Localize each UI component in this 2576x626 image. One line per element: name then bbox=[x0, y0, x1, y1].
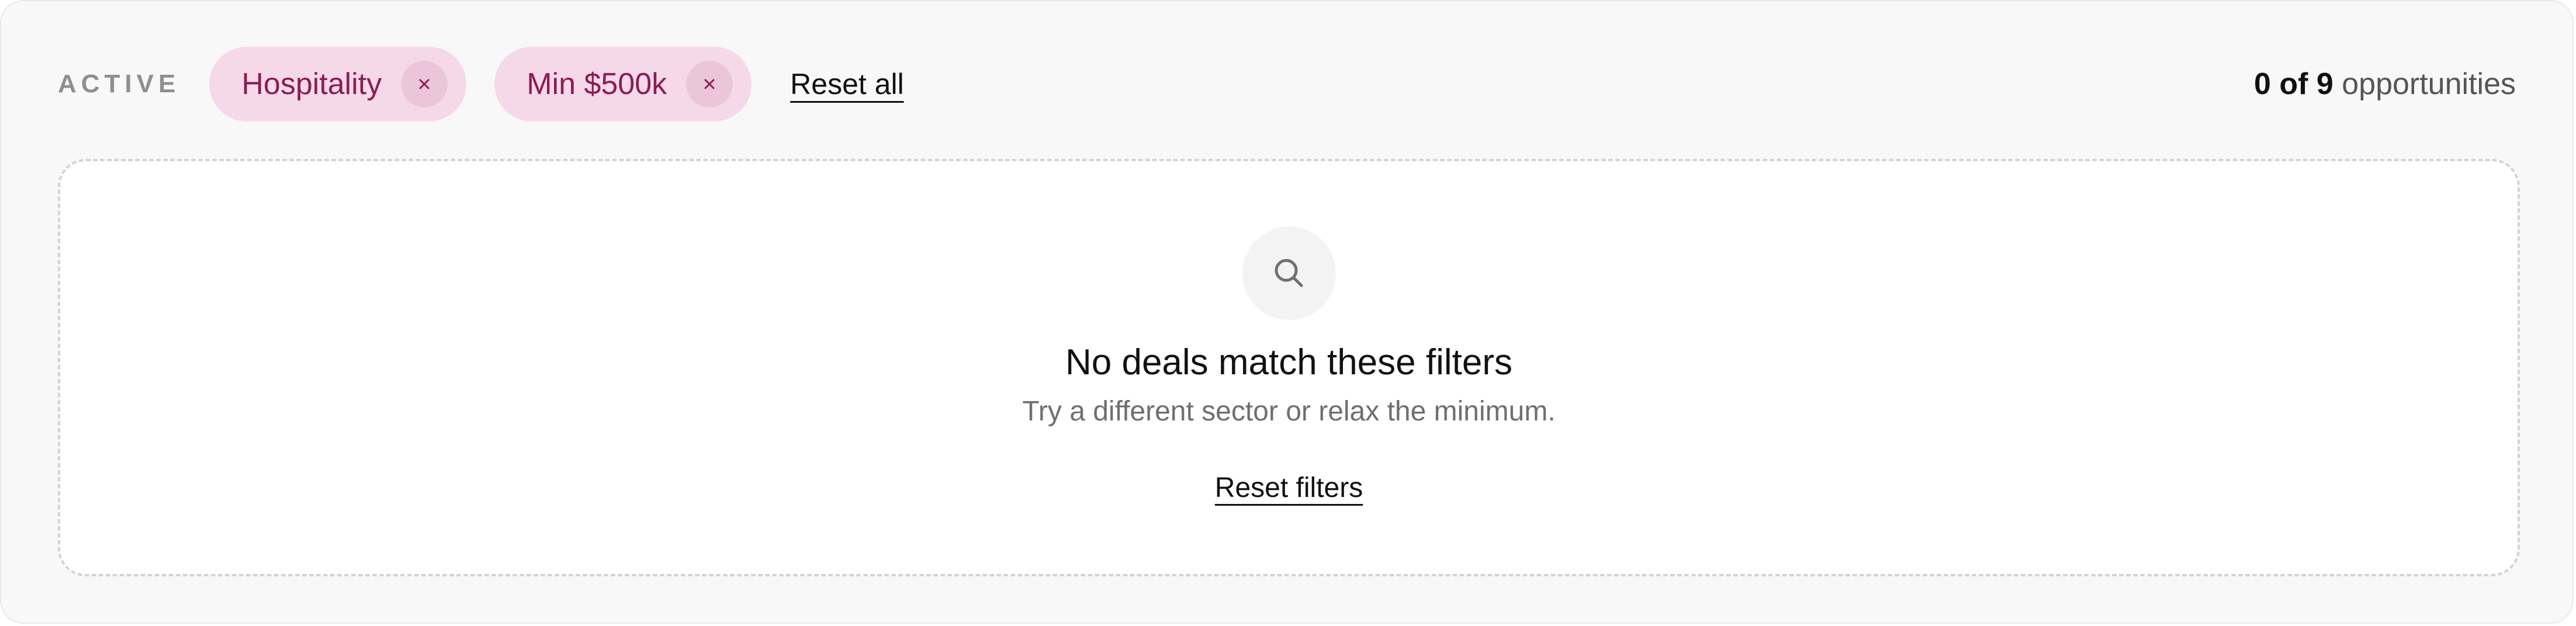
reset-all-link[interactable]: Reset all bbox=[790, 67, 904, 101]
close-icon[interactable] bbox=[686, 61, 733, 107]
reset-filters-link[interactable]: Reset filters bbox=[1215, 472, 1363, 503]
results-shown: 0 of 9 bbox=[2253, 67, 2333, 101]
results-noun: opportunities bbox=[2342, 67, 2516, 101]
filter-chip-minimum[interactable]: Min $500k bbox=[494, 47, 752, 121]
results-count: 0 of 9 opportunities bbox=[2254, 67, 2516, 102]
reset-filters-container: Reset filters bbox=[60, 472, 2518, 504]
filter-chip-sector[interactable]: Hospitality bbox=[209, 47, 467, 121]
empty-state-subtitle: Try a different sector or relax the mini… bbox=[1022, 396, 1556, 427]
search-icon bbox=[1242, 227, 1336, 320]
filter-chip-label: Min $500k bbox=[527, 67, 667, 101]
active-filters-label: ACTIVE bbox=[58, 69, 181, 98]
active-filters-bar: ACTIVE Hospitality Min $500k Reset all 0 bbox=[58, 47, 2516, 121]
close-icon[interactable] bbox=[401, 61, 448, 107]
empty-state-card: No deals match these filters Try a diffe… bbox=[58, 159, 2520, 576]
filter-chip-label: Hospitality bbox=[241, 67, 382, 101]
filter-results-panel: ACTIVE Hospitality Min $500k Reset all 0 bbox=[0, 0, 2574, 624]
empty-state-title: No deals match these filters bbox=[1065, 342, 1512, 382]
